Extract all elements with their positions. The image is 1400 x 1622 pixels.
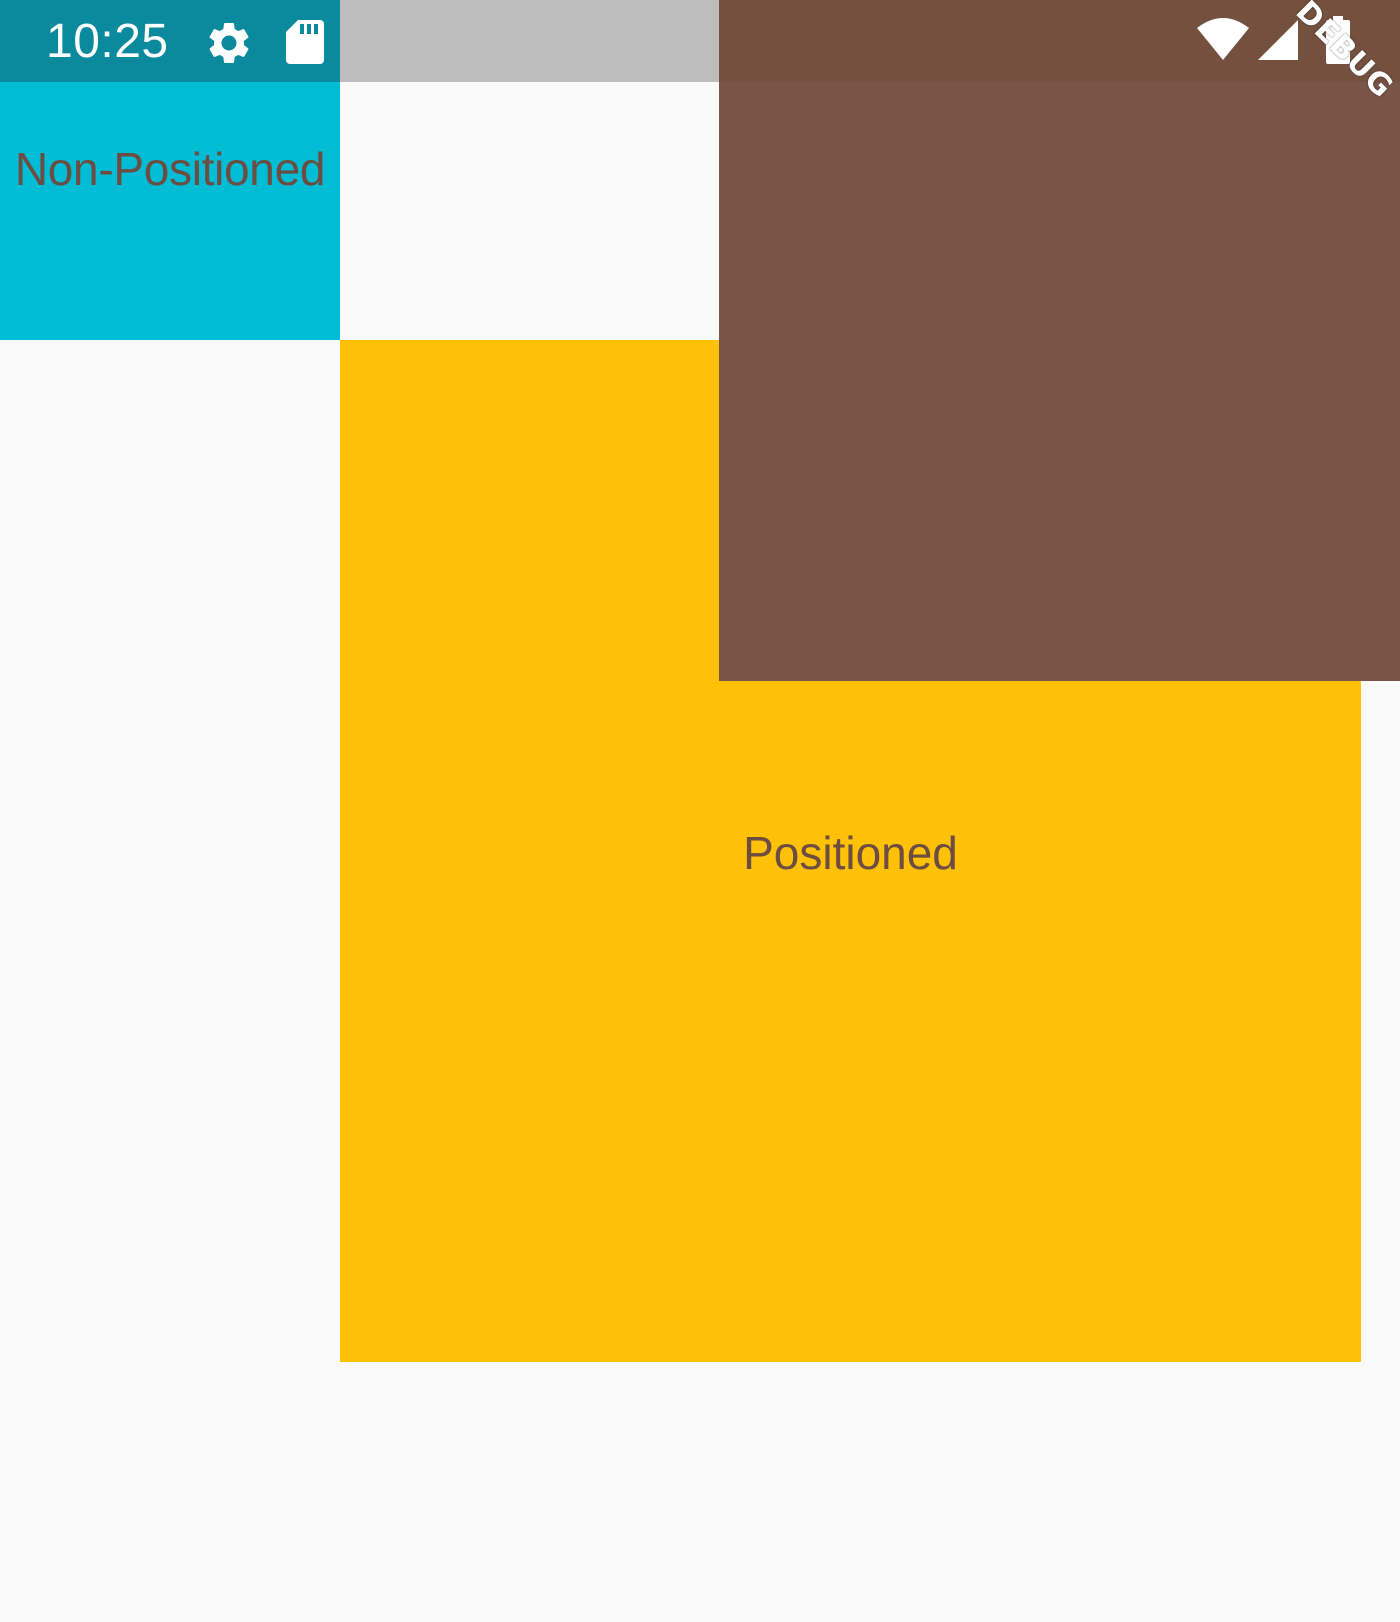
brown-box	[719, 0, 1400, 681]
wifi-icon	[1196, 16, 1250, 62]
sd-card-icon	[286, 20, 324, 64]
status-time: 10:25	[46, 15, 169, 68]
app-screen: Non-Positioned Positioned 10:25 DEBUG	[0, 0, 1400, 1622]
settings-icon	[204, 18, 254, 68]
non-positioned-label: Non-Positioned	[14, 143, 326, 195]
positioned-label: Positioned	[743, 827, 958, 879]
